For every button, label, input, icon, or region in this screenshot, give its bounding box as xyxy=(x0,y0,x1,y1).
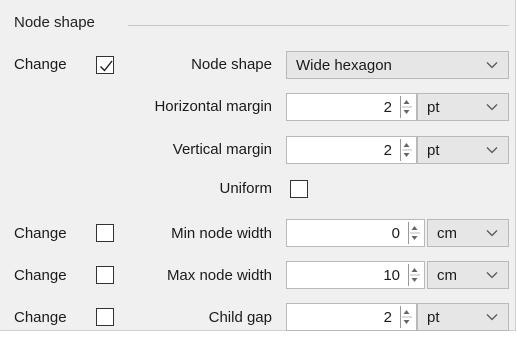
child-gap-spinbox[interactable]: 2 xyxy=(286,303,417,331)
vertical-margin-unit-select[interactable]: pt xyxy=(417,136,509,164)
child-gap-value: 2 xyxy=(383,309,392,326)
node-shape-select[interactable]: Wide hexagon xyxy=(286,51,509,79)
horizontal-margin-unit: pt xyxy=(427,99,440,116)
horizontal-margin-label: Horizontal margin xyxy=(154,98,272,115)
chevron-down-icon xyxy=(486,272,498,279)
change-label-shape: Change xyxy=(14,56,67,73)
chevron-down-icon xyxy=(486,104,498,111)
uniform-label: Uniform xyxy=(219,180,272,197)
child-gap-label: Child gap xyxy=(208,309,272,326)
node-shape-panel: Node shape Change Node shape Wide hexago… xyxy=(0,0,516,331)
spin-arrows-icon[interactable] xyxy=(400,306,413,328)
child-gap-unit: pt xyxy=(427,309,440,326)
spin-arrows-icon[interactable] xyxy=(408,264,421,286)
change-label-min-width: Change xyxy=(14,225,67,242)
vertical-margin-unit: pt xyxy=(427,142,440,159)
min-node-width-value: 0 xyxy=(391,225,400,242)
change-label-child-gap: Change xyxy=(14,309,67,326)
max-node-width-value: 10 xyxy=(383,267,400,284)
min-node-width-label: Min node width xyxy=(171,225,272,242)
group-title: Node shape xyxy=(14,14,95,31)
chevron-down-icon xyxy=(486,147,498,154)
horizontal-margin-value: 2 xyxy=(383,99,392,116)
min-node-width-spinbox[interactable]: 0 xyxy=(286,219,425,247)
change-checkbox-shape[interactable] xyxy=(96,56,114,74)
check-icon xyxy=(100,60,113,72)
horizontal-margin-spinbox[interactable]: 2 xyxy=(286,93,417,121)
spin-arrows-icon[interactable] xyxy=(408,222,421,244)
vertical-margin-label: Vertical margin xyxy=(172,141,272,158)
change-checkbox-max-width[interactable] xyxy=(96,266,114,284)
node-shape-label: Node shape xyxy=(191,56,272,73)
min-node-width-unit: cm xyxy=(437,225,457,242)
max-node-width-label: Max node width xyxy=(166,267,272,284)
child-gap-unit-select[interactable]: pt xyxy=(417,303,509,331)
change-label-max-width: Change xyxy=(14,267,67,284)
uniform-checkbox[interactable] xyxy=(290,180,308,198)
max-node-width-unit: cm xyxy=(437,267,457,284)
spin-arrows-icon[interactable] xyxy=(400,139,413,161)
chevron-down-icon xyxy=(486,314,498,321)
group-divider xyxy=(128,25,509,26)
min-node-width-unit-select[interactable]: cm xyxy=(427,219,509,247)
spin-arrows-icon[interactable] xyxy=(400,96,413,118)
node-shape-value: Wide hexagon xyxy=(296,57,392,74)
vertical-margin-value: 2 xyxy=(383,142,392,159)
change-checkbox-child-gap[interactable] xyxy=(96,308,114,326)
chevron-down-icon xyxy=(486,230,498,237)
max-node-width-unit-select[interactable]: cm xyxy=(427,261,509,289)
vertical-margin-spinbox[interactable]: 2 xyxy=(286,136,417,164)
chevron-down-icon xyxy=(486,62,498,69)
change-checkbox-min-width[interactable] xyxy=(96,224,114,242)
max-node-width-spinbox[interactable]: 10 xyxy=(286,261,425,289)
horizontal-margin-unit-select[interactable]: pt xyxy=(417,93,509,121)
